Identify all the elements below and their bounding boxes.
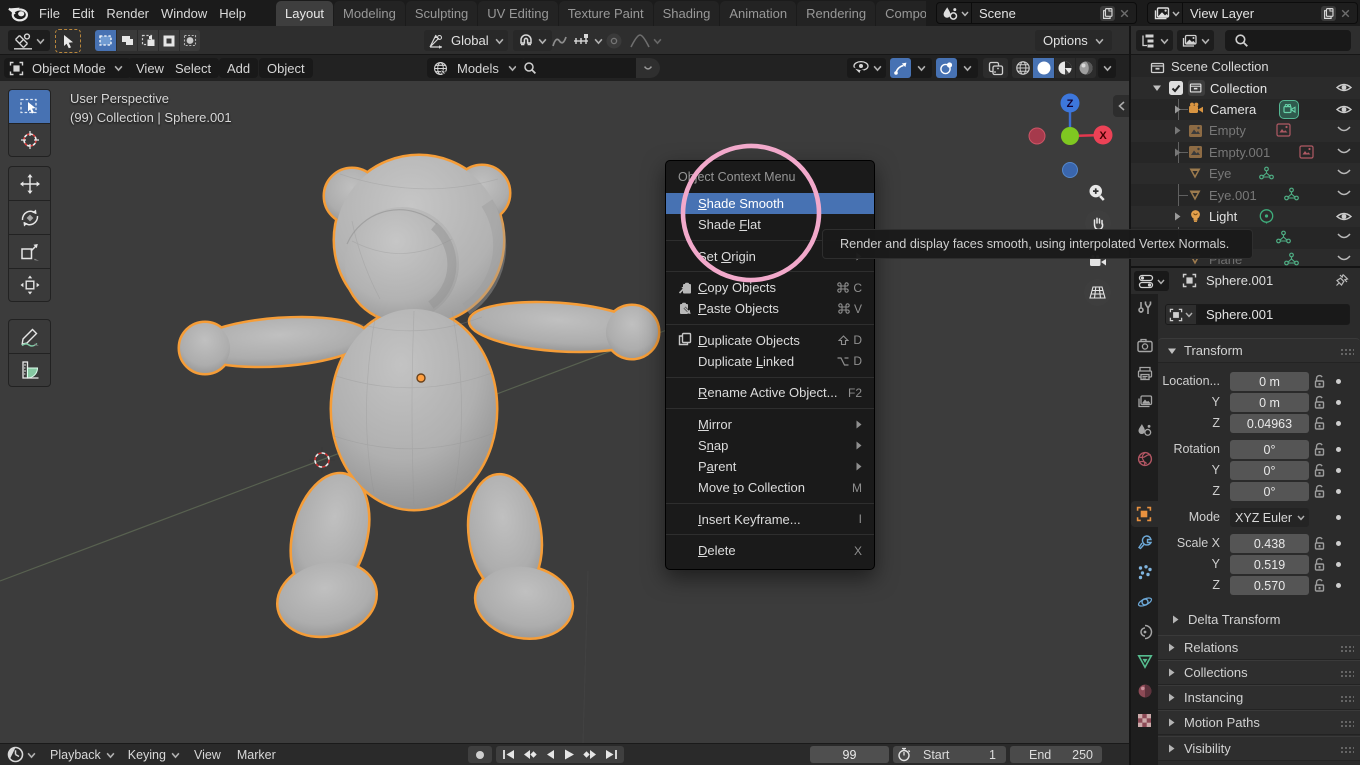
svg-text:Z: Z: [1067, 98, 1074, 110]
svg-text:X: X: [1099, 130, 1107, 142]
